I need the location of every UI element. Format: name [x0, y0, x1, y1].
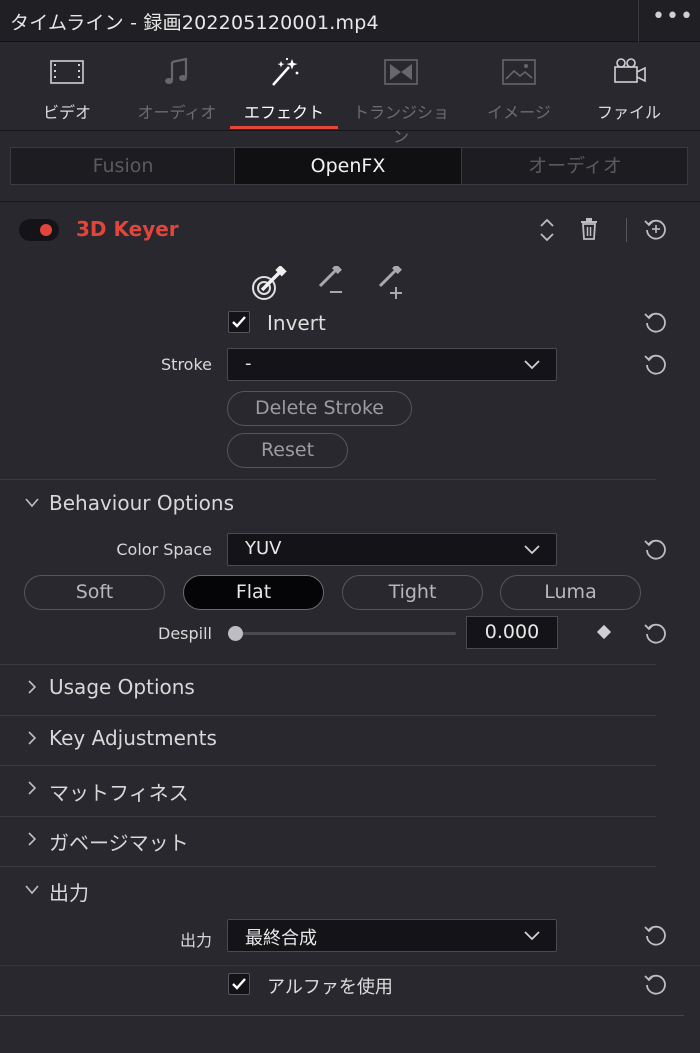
chevron-down-icon: [524, 545, 540, 555]
image-icon: [502, 59, 536, 85]
eyedropper-target-icon[interactable]: [250, 266, 290, 302]
use-alpha-checkbox[interactable]: [228, 973, 250, 995]
title-divider: [638, 0, 639, 42]
reset-icon[interactable]: [644, 972, 668, 996]
garbage-matte-title[interactable]: ガベージマット: [49, 827, 189, 856]
section-divider: [0, 479, 656, 480]
reset-icon[interactable]: [644, 310, 668, 334]
toolbar-effects-label: エフェクト: [243, 103, 324, 122]
output-dropdown[interactable]: 最終合成: [227, 919, 557, 952]
output-label: 出力: [179, 931, 212, 950]
despill-value-field[interactable]: 0.000: [466, 616, 558, 649]
reset-icon[interactable]: [644, 621, 668, 645]
reset-icon[interactable]: [644, 352, 668, 376]
toolbar-transition[interactable]: トランジション: [346, 43, 456, 146]
stroke-value: -: [245, 353, 252, 374]
matte-finesse-title[interactable]: マットフィネス: [49, 777, 189, 806]
toolbar-image-label: イメージ: [487, 103, 551, 122]
checkmark-icon: [232, 316, 246, 328]
delete-stroke-button[interactable]: Delete Stroke: [227, 391, 412, 426]
chevron-down-icon: [524, 360, 540, 370]
title-bar: タイムライン - 録画202205120001.mp4 •••: [0, 0, 700, 42]
reset-icon[interactable]: [644, 537, 668, 561]
eyedropper-minus-icon[interactable]: [316, 266, 348, 298]
chevron-down-icon[interactable]: [25, 498, 39, 508]
toolbar-file-label: ファイル: [596, 103, 661, 122]
stroke-dropdown[interactable]: -: [227, 348, 557, 381]
section-divider: [0, 965, 700, 966]
toolbar-audio[interactable]: オーディオ: [122, 43, 232, 131]
toggle-dot: [40, 224, 52, 236]
chevron-right-icon[interactable]: [27, 781, 37, 795]
tab-openfx[interactable]: OpenFX: [234, 148, 462, 184]
checkmark-icon: [232, 978, 246, 990]
header-divider: [0, 201, 700, 202]
chevron-right-icon[interactable]: [27, 832, 37, 846]
trash-icon[interactable]: [580, 218, 598, 240]
tab-fusion[interactable]: Fusion: [11, 148, 235, 184]
active-tab-indicator: [230, 126, 338, 129]
chevron-right-icon[interactable]: [27, 731, 37, 745]
toolbar-video[interactable]: ビデオ: [12, 43, 122, 131]
mode-soft-button[interactable]: Soft: [24, 575, 165, 610]
despill-slider-handle[interactable]: [228, 626, 243, 641]
despill-slider-track[interactable]: [236, 632, 456, 635]
eyedropper-plus-icon[interactable]: [376, 266, 408, 300]
usage-options-title[interactable]: Usage Options: [49, 675, 195, 699]
mode-flat-button[interactable]: Flat: [183, 575, 324, 610]
chevron-down-icon: [524, 931, 540, 941]
section-divider: [0, 816, 656, 817]
film-icon: [50, 60, 84, 84]
transition-icon: [384, 59, 418, 85]
toolbar-effects[interactable]: エフェクト: [229, 43, 339, 131]
section-divider: [0, 866, 656, 867]
toolbar-audio-label: オーディオ: [137, 103, 217, 122]
reset-button[interactable]: Reset: [227, 433, 348, 468]
mode-tight-button[interactable]: Tight: [342, 575, 483, 610]
effect-title: 3D Keyer: [76, 217, 179, 241]
more-options-button[interactable]: •••: [652, 4, 694, 29]
color-space-value: YUV: [245, 538, 282, 559]
window-title: タイムライン - 録画202205120001.mp4: [10, 12, 379, 34]
effect-enable-toggle[interactable]: [19, 219, 59, 241]
tab-audio[interactable]: オーディオ: [462, 148, 688, 184]
section-divider: [0, 664, 656, 665]
reorder-chevrons-icon[interactable]: [539, 216, 555, 244]
magic-wand-icon: [272, 57, 299, 86]
behaviour-options-title[interactable]: Behaviour Options: [49, 491, 234, 515]
color-space-label: Color Space: [116, 540, 212, 559]
music-note-icon: [165, 57, 188, 84]
toolbar-transition-label: トランジション: [352, 103, 449, 146]
chevron-down-icon[interactable]: [25, 885, 39, 895]
keyframe-diamond-icon[interactable]: [596, 624, 612, 640]
despill-label: Despill: [158, 624, 212, 643]
stroke-label: Stroke: [161, 355, 212, 374]
reset-icon[interactable]: [644, 923, 668, 947]
inspector-toolbar: ビデオ オーディオ エフェクト トランジション イメージ ファイル: [0, 43, 700, 146]
bottom-divider: [0, 1015, 684, 1016]
camera-file-icon: [614, 58, 646, 83]
color-space-dropdown[interactable]: YUV: [227, 533, 557, 566]
chevron-right-icon[interactable]: [27, 680, 37, 694]
invert-checkbox[interactable]: [228, 311, 250, 333]
invert-label: Invert: [267, 311, 326, 335]
header-separator: [626, 218, 627, 242]
use-alpha-label: アルファを使用: [267, 977, 393, 998]
key-adjustments-title[interactable]: Key Adjustments: [49, 726, 217, 750]
toolbar-video-label: ビデオ: [42, 103, 91, 122]
output-value: 最終合成: [245, 928, 317, 949]
mode-luma-button[interactable]: Luma: [500, 575, 641, 610]
section-divider: [0, 765, 656, 766]
toolbar-image[interactable]: イメージ: [464, 43, 574, 131]
toolbar-file[interactable]: ファイル: [574, 43, 684, 131]
section-divider: [0, 715, 656, 716]
effect-source-tabs: Fusion OpenFX オーディオ: [10, 147, 688, 185]
reset-all-icon[interactable]: [644, 217, 668, 241]
output-section-title[interactable]: 出力: [49, 877, 89, 906]
